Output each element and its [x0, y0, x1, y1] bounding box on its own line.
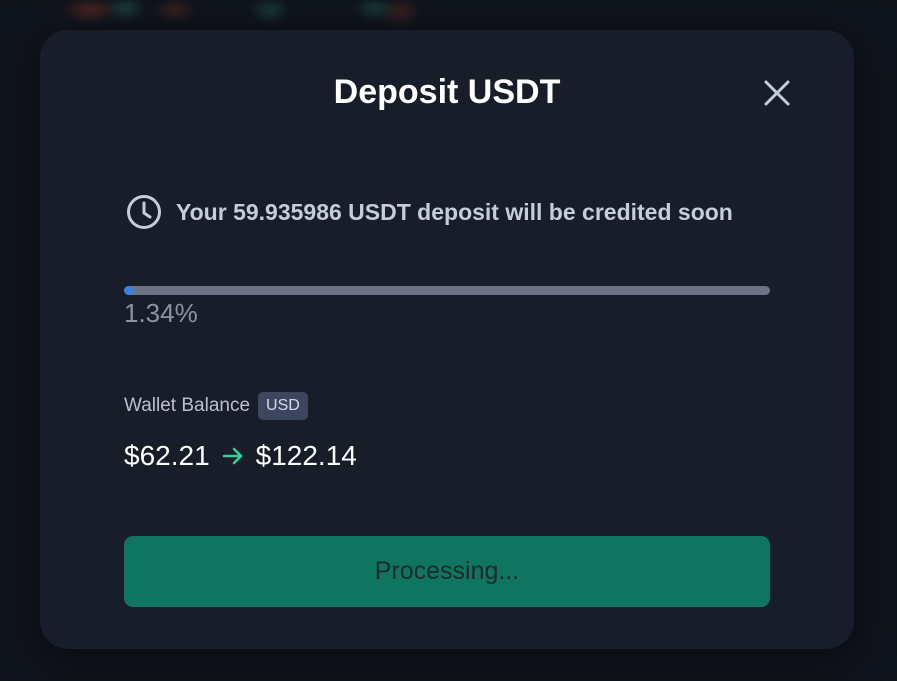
deposit-modal: Deposit USDT Your 59.935986 USDT deposit… — [40, 30, 854, 649]
close-button[interactable] — [762, 78, 792, 108]
processing-button[interactable]: Processing... — [124, 536, 770, 607]
progress-bar-fill — [124, 286, 133, 295]
clock-icon — [127, 195, 161, 229]
wallet-balance-change: $62.21 $122.14 — [124, 440, 357, 472]
progress-bar — [124, 286, 770, 295]
wallet-balance-label: Wallet Balance — [124, 395, 251, 416]
progress-percent: 1.34% — [124, 298, 198, 328]
close-icon — [764, 80, 790, 106]
balance-before: $62.21 — [124, 440, 210, 471]
balance-after: $122.14 — [255, 440, 357, 471]
deposit-status: Your 59.935986 USDT deposit will be cred… — [126, 194, 733, 230]
modal-title: Deposit USDT — [333, 73, 561, 111]
status-message: Your 59.935986 USDT deposit will be cred… — [176, 198, 733, 225]
arrow-right-icon — [222, 447, 244, 465]
currency-badge: USD — [258, 392, 308, 420]
wallet-balance-header: Wallet Balance USD — [124, 392, 308, 420]
